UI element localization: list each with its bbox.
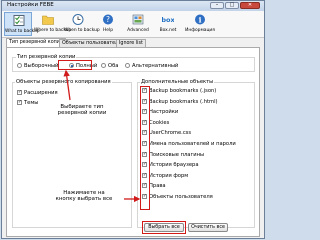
checkbox-label: Имена пользователей и пароли [149, 141, 236, 147]
toolbar-label: Advanced [127, 28, 149, 33]
additional-objects-legend: Дополнительные объекты [140, 79, 215, 85]
checkbox-label: Расширения [24, 90, 58, 96]
highlight-full-option [58, 60, 92, 70]
tab-user-objects[interactable]: Объекты пользователя [59, 39, 124, 47]
checklist-icon [13, 15, 25, 26]
toolbar-label: Where to backup [34, 28, 72, 33]
checkbox-label: Объекты пользователя [149, 194, 213, 200]
settings-window: Настройки FEBE – □ ✕ What to backup Wher… [1, 0, 265, 239]
backup-objects-legend: Объекты резервного копирования [15, 79, 112, 85]
close-button[interactable]: ✕ [240, 2, 260, 9]
radio-alternative[interactable] [125, 63, 130, 68]
toolbar-label: Box.net [159, 28, 177, 33]
toolbar-label: Информация [185, 28, 215, 33]
checkbox-label: Права [149, 183, 166, 190]
toolbar-label: Help [102, 28, 113, 33]
title-bar: Настройки FEBE – □ ✕ [2, 1, 264, 11]
svg-text:?: ? [106, 15, 110, 24]
help-icon: ? [103, 14, 113, 25]
tab-ignore-list[interactable]: Ignore list [116, 39, 146, 47]
hint-line: Выбираете тип резервной копии [57, 104, 107, 117]
toolbar-what-to-backup[interactable]: What to backup [4, 12, 40, 36]
toolbar-advanced[interactable]: Advanced [124, 12, 152, 36]
additional-objects-group: Дополнительные объекты ✓ Backup bookmarks… [137, 79, 255, 228]
checkbox-label: Backup bookmarks (.json) [149, 88, 217, 94]
tab-panel: Тип резервной копии Выборочный Полный Об… [6, 47, 260, 237]
toolbar-label: When to backup [64, 28, 100, 33]
backup-type-hint: Выбираете тип резервной копии [52, 104, 112, 117]
highlight-select-all [142, 221, 186, 234]
clear-all-button[interactable]: Очистить все [188, 223, 228, 232]
checkbox-label: Темы [24, 100, 39, 106]
checkbox-label: История браузера [149, 162, 199, 169]
toolbar-where-to-backup[interactable]: Where to backup [34, 12, 72, 36]
maximize-button[interactable]: □ [225, 2, 239, 9]
checkbox-label: Поисковые плагины [149, 151, 205, 158]
radio-label-both: Оба [108, 63, 119, 69]
highlight-checkbox-column [140, 86, 150, 210]
backup-type-group: Тип резервной копии Выборочный Полный Об… [12, 54, 255, 72]
checkbox-label: Cookies [149, 119, 170, 126]
toolbar: What to backup Where to backup When to b… [2, 11, 264, 38]
select-all-hint: Нажимаете на кнопку выбрать все [49, 190, 119, 203]
toolbar-label: What to backup [5, 29, 40, 34]
checkbox-label: История форм [149, 172, 189, 179]
minimize-button[interactable]: – [210, 2, 224, 9]
radio-label-selective: Выборочный [24, 63, 59, 69]
checkbox-extensions[interactable]: ✓ [17, 90, 22, 95]
radio-label-alternative: Альтернативный [132, 63, 179, 69]
clock-icon [72, 14, 84, 25]
toolbar-when-to-backup[interactable]: When to backup [64, 12, 100, 36]
tab-backup-type[interactable]: Тип резервной копии [6, 38, 66, 47]
advanced-icon [132, 14, 144, 25]
hint-line: Нажимаете на кнопку выбрать все [55, 190, 113, 203]
radio-both[interactable] [101, 63, 106, 68]
toolbar-box-net[interactable]: box Box.net [154, 12, 182, 36]
checkbox-label: UserChrome.css [149, 130, 192, 137]
folder-icon [42, 15, 54, 25]
info-icon: i [195, 14, 205, 25]
checkbox-label: Настройки [149, 109, 179, 116]
checkbox-label: Backup bookmarks (.html) [149, 98, 218, 105]
toolbar-info[interactable]: i Информация [184, 12, 216, 36]
window-title: Настройки FEBE [7, 2, 54, 8]
box-icon: box [162, 16, 174, 24]
svg-text:box: box [162, 16, 174, 24]
checkbox-themes[interactable]: ✓ [17, 100, 22, 105]
svg-text:i: i [199, 15, 202, 24]
toolbar-help[interactable]: ? Help [94, 12, 122, 36]
radio-selective[interactable] [17, 63, 22, 68]
